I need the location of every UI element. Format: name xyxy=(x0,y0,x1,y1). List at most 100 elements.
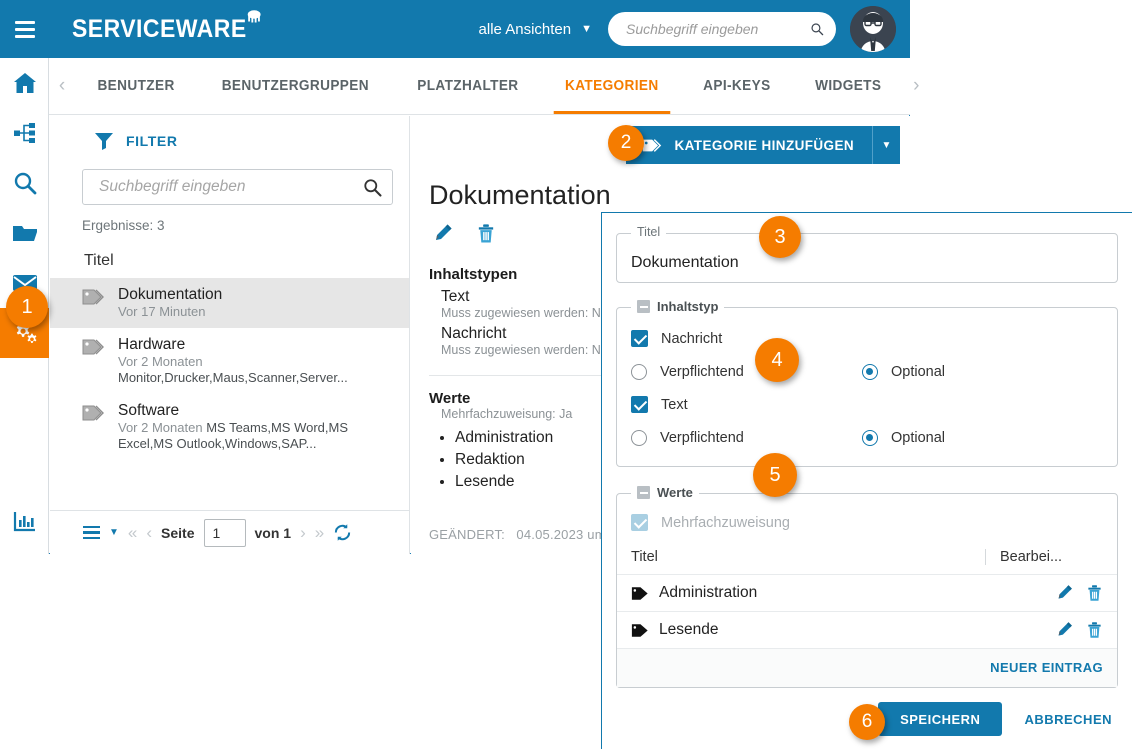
add-category-dropdown[interactable]: ▼ xyxy=(872,126,900,164)
nachricht-checkbox[interactable] xyxy=(631,330,648,347)
edit-icon[interactable] xyxy=(433,223,454,244)
nachricht-verpflichtend-radio[interactable] xyxy=(631,363,647,380)
filter-toggle[interactable]: FILTER xyxy=(50,116,409,150)
refresh-icon[interactable] xyxy=(333,523,352,542)
collapse-icon[interactable] xyxy=(637,300,650,313)
page-input[interactable] xyxy=(203,518,246,547)
step-badge-6: 6 xyxy=(849,704,885,740)
mehrfachzuweisung-label: Mehrfachzuweisung xyxy=(661,514,790,531)
avatar[interactable] xyxy=(850,6,896,52)
tab-benutzer[interactable]: BENUTZER xyxy=(79,58,194,114)
top-bar: SERVICEWARE alle Ansichten ▼ xyxy=(0,0,910,58)
last-page-button[interactable]: » xyxy=(315,523,324,543)
list-search-input[interactable] xyxy=(97,177,363,197)
table-row[interactable]: Lesende xyxy=(617,611,1117,648)
sidebar-item-folder[interactable] xyxy=(0,208,49,258)
tag-icon xyxy=(631,623,648,637)
page-label: Seite xyxy=(161,524,195,541)
inhaltstyp-legend-label: Inhaltstyp xyxy=(657,299,719,314)
pagination-bar: ▼ « ‹ Seite von 1 › » xyxy=(50,510,410,554)
sidebar-item-reports[interactable] xyxy=(0,496,49,546)
folder-icon xyxy=(12,226,37,241)
step-badge-3: 3 xyxy=(759,216,801,258)
content-type-checkbox-row: Text xyxy=(617,388,1117,421)
edit-icon[interactable] xyxy=(1056,621,1074,639)
list-item-meta: Vor 2 Monaten Monitor,Drucker,Maus,Scann… xyxy=(118,354,399,386)
save-button[interactable]: SPEICHERN xyxy=(878,702,1003,736)
titel-legend: Titel xyxy=(631,225,667,239)
tab-widgets[interactable]: WIDGETS xyxy=(796,58,900,114)
delete-icon[interactable] xyxy=(1086,584,1103,602)
next-page-button[interactable]: › xyxy=(300,523,306,543)
content-type-radio-row: Verpflichtend Optional xyxy=(617,355,1117,388)
werte-legend[interactable]: Werte xyxy=(631,485,699,500)
edit-icon[interactable] xyxy=(1056,584,1074,602)
titel-input[interactable] xyxy=(617,234,1117,285)
list-item[interactable]: Hardware Vor 2 Monaten Monitor,Drucker,M… xyxy=(50,328,409,394)
category-list-panel: FILTER Ergebnisse: 3 Titel xyxy=(50,116,410,554)
page-total: von 1 xyxy=(254,524,292,541)
topbar-right: alle Ansichten ▼ xyxy=(479,6,910,52)
text-verpflichtend-label: Verpflichtend xyxy=(660,429,744,446)
step-badge-4: 4 xyxy=(755,338,799,382)
content-type-radio-row: Verpflichtend Optional xyxy=(617,421,1117,454)
menu-icon[interactable] xyxy=(0,20,50,38)
search-input[interactable] xyxy=(624,20,810,38)
new-entry-button[interactable]: NEUER EINTRAG xyxy=(990,660,1103,675)
list-item-age: Vor 2 Monaten xyxy=(118,420,203,435)
delete-icon[interactable] xyxy=(1086,621,1103,639)
werte-legend-label: Werte xyxy=(657,485,693,500)
nachricht-optional-radio[interactable] xyxy=(862,363,878,380)
cancel-button[interactable]: ABBRECHEN xyxy=(1020,712,1116,727)
brand-logo[interactable]: SERVICEWARE xyxy=(72,9,261,44)
collapse-icon[interactable] xyxy=(637,486,650,499)
tab-kategorien[interactable]: KATEGORIEN xyxy=(546,58,677,114)
step-badge-5: 5 xyxy=(753,453,797,497)
add-category-label: KATEGORIE HINZUFÜGEN xyxy=(674,137,854,153)
tag-icon xyxy=(631,586,648,600)
list-item-title: Dokumentation xyxy=(118,286,223,303)
chevron-down-icon[interactable]: ▼ xyxy=(581,23,592,35)
tabs-next-icon[interactable]: › xyxy=(903,75,929,97)
list-item-texts: Dokumentation Vor 17 Minuten xyxy=(118,285,399,320)
tabs-prev-icon[interactable]: ‹ xyxy=(49,75,75,97)
table-header: Titel Bearbei... xyxy=(617,545,1117,574)
tab-benutzergruppen[interactable]: BENUTZERGRUPPEN xyxy=(203,58,388,114)
tab-platzhalter[interactable]: PLATZHALTER xyxy=(398,58,537,114)
chevron-down-icon[interactable]: ▼ xyxy=(109,527,119,538)
column-edit: Bearbei... xyxy=(985,549,1103,565)
sidebar-item-search[interactable] xyxy=(0,158,49,208)
content-type-checkbox-row: Nachricht xyxy=(617,322,1117,355)
reports-icon xyxy=(13,512,35,532)
delete-icon[interactable] xyxy=(476,223,496,244)
titel-legend-label: Titel xyxy=(637,225,661,239)
sidebar-item-home[interactable] xyxy=(0,58,49,108)
list-item[interactable]: Software Vor 2 Monaten MS Teams,MS Word,… xyxy=(50,394,409,460)
text-checkbox[interactable] xyxy=(631,396,648,413)
list-options-icon[interactable] xyxy=(83,525,100,540)
tag-icon xyxy=(82,405,104,421)
tab-api-keys[interactable]: API-KEYS xyxy=(685,58,790,114)
search-icon[interactable] xyxy=(810,20,824,38)
add-category-button[interactable]: KATEGORIE HINZUFÜGEN xyxy=(625,126,872,164)
list-item[interactable]: Dokumentation Vor 17 Minuten xyxy=(50,278,409,328)
row-title: Administration xyxy=(659,584,758,601)
list-search[interactable] xyxy=(82,169,393,205)
prev-page-button[interactable]: ‹ xyxy=(146,523,152,543)
row-title: Lesende xyxy=(659,621,719,638)
tabs: BENUTZER BENUTZERGRUPPEN PLATZHALTER KAT… xyxy=(75,58,903,114)
table-row[interactable]: Administration xyxy=(617,574,1117,611)
first-page-button[interactable]: « xyxy=(128,523,137,543)
text-verpflichtend-radio[interactable] xyxy=(631,429,647,446)
global-search[interactable] xyxy=(608,12,836,46)
list-item-extra: Monitor,Drucker,Maus,Scanner,Server... xyxy=(118,370,348,385)
inhaltstyp-legend[interactable]: Inhaltstyp xyxy=(631,299,725,314)
mehrfachzuweisung-row: Mehrfachzuweisung xyxy=(617,506,1117,539)
sidebar-item-organisation[interactable] xyxy=(0,108,49,158)
list-column-header: Titel xyxy=(84,252,114,269)
brand-text: SERVICEWARE xyxy=(72,14,247,43)
filter-label: FILTER xyxy=(126,133,178,149)
chevron-down-icon: ▼ xyxy=(881,139,892,151)
search-icon[interactable] xyxy=(363,178,382,197)
text-optional-radio[interactable] xyxy=(862,429,878,446)
